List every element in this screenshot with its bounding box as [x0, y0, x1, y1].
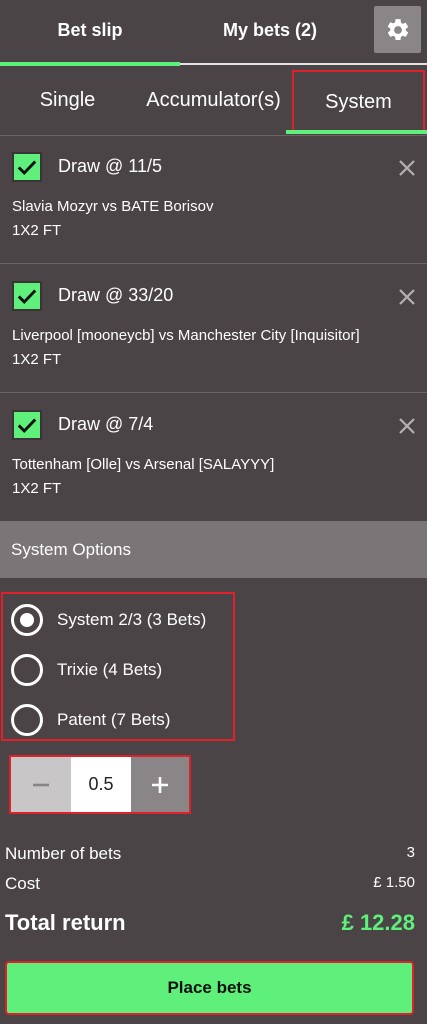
selection-checkbox[interactable] — [12, 281, 42, 311]
cost-label: Cost — [5, 874, 40, 893]
selection-market: 1X2 FT — [12, 351, 62, 368]
selection-checkbox[interactable] — [12, 410, 42, 440]
selection-title: Draw @ 11/5 — [58, 156, 162, 176]
number-of-bets-row: Number of bets 3 — [5, 844, 415, 866]
radio-label: Trixie (4 Bets) — [57, 660, 163, 679]
selection-title: Draw @ 33/20 — [58, 285, 174, 305]
stake-input[interactable]: 0.5 — [71, 757, 131, 812]
system-option-trixie[interactable]: Trixie (4 Bets) — [11, 650, 231, 690]
tab-accumulators[interactable]: Accumulator(s) — [135, 66, 292, 134]
checkmark-icon — [17, 289, 37, 305]
system-option-2-3[interactable]: System 2/3 (3 Bets) — [11, 600, 231, 640]
selection-market: 1X2 FT — [12, 222, 62, 239]
place-bets-button[interactable]: Place bets — [5, 961, 414, 1015]
selection-item: Draw @ 33/20 Liverpool [mooneycb] vs Man… — [0, 265, 427, 393]
close-icon[interactable] — [397, 416, 417, 436]
increase-stake-button[interactable] — [131, 757, 189, 812]
total-return-value: £ 12.28 — [341, 910, 415, 935]
radio-label: System 2/3 (3 Bets) — [57, 610, 207, 629]
tab-single[interactable]: Single — [0, 66, 135, 134]
plus-icon — [152, 776, 168, 793]
radio-dot — [20, 613, 34, 627]
selection-match: Liverpool [mooneycb] vs Manchester City … — [12, 327, 360, 344]
selection-match: Slavia Mozyr vs BATE Borisov — [12, 198, 214, 215]
radio-button-selected[interactable] — [11, 604, 43, 636]
radio-button[interactable] — [11, 654, 43, 686]
decrease-stake-button[interactable] — [11, 757, 71, 812]
bet-slip-header: Bet slip My bets (2) — [0, 0, 427, 66]
checkmark-icon — [17, 160, 37, 176]
gear-icon — [387, 18, 408, 40]
number-of-bets-label: Number of bets — [5, 844, 122, 863]
radio-label: Patent (7 Bets) — [57, 710, 171, 729]
selection-item: Draw @ 11/5 Slavia Mozyr vs BATE Borisov… — [0, 136, 427, 264]
selection-item: Draw @ 7/4 Tottenham [Olle] vs Arsenal [… — [0, 394, 427, 522]
tab-bet-slip[interactable]: Bet slip — [0, 0, 180, 60]
tab-my-bets[interactable]: My bets (2) — [180, 0, 360, 60]
tab-divider — [180, 63, 427, 65]
number-of-bets-value: 3 — [406, 844, 415, 861]
total-return-row: Total return £ 12.28 — [5, 910, 415, 942]
system-option-patent[interactable]: Patent (7 Bets) — [11, 700, 231, 740]
cost-value: £ 1.50 — [373, 874, 415, 891]
total-return-label: Total return — [5, 910, 126, 935]
close-icon[interactable] — [397, 158, 417, 178]
bet-type-tabs: Single Accumulator(s) System — [0, 66, 427, 136]
selection-market: 1X2 FT — [12, 480, 62, 497]
checkmark-icon — [17, 418, 37, 434]
close-icon[interactable] — [397, 287, 417, 307]
selection-title: Draw @ 7/4 — [58, 414, 154, 434]
settings-button[interactable] — [374, 6, 421, 53]
radio-button[interactable] — [11, 704, 43, 736]
minus-icon — [33, 783, 49, 786]
system-options-header: System Options — [0, 521, 427, 578]
selection-checkbox[interactable] — [12, 152, 42, 182]
cost-row: Cost £ 1.50 — [5, 874, 415, 896]
system-options-radio-group: System 2/3 (3 Bets) Trixie (4 Bets) Pate… — [1, 592, 235, 741]
active-bet-type-indicator — [286, 130, 427, 134]
selection-match: Tottenham [Olle] vs Arsenal [SALAYYY] — [12, 456, 275, 473]
tab-system[interactable]: System — [292, 70, 425, 134]
stake-stepper: 0.5 — [9, 755, 191, 814]
